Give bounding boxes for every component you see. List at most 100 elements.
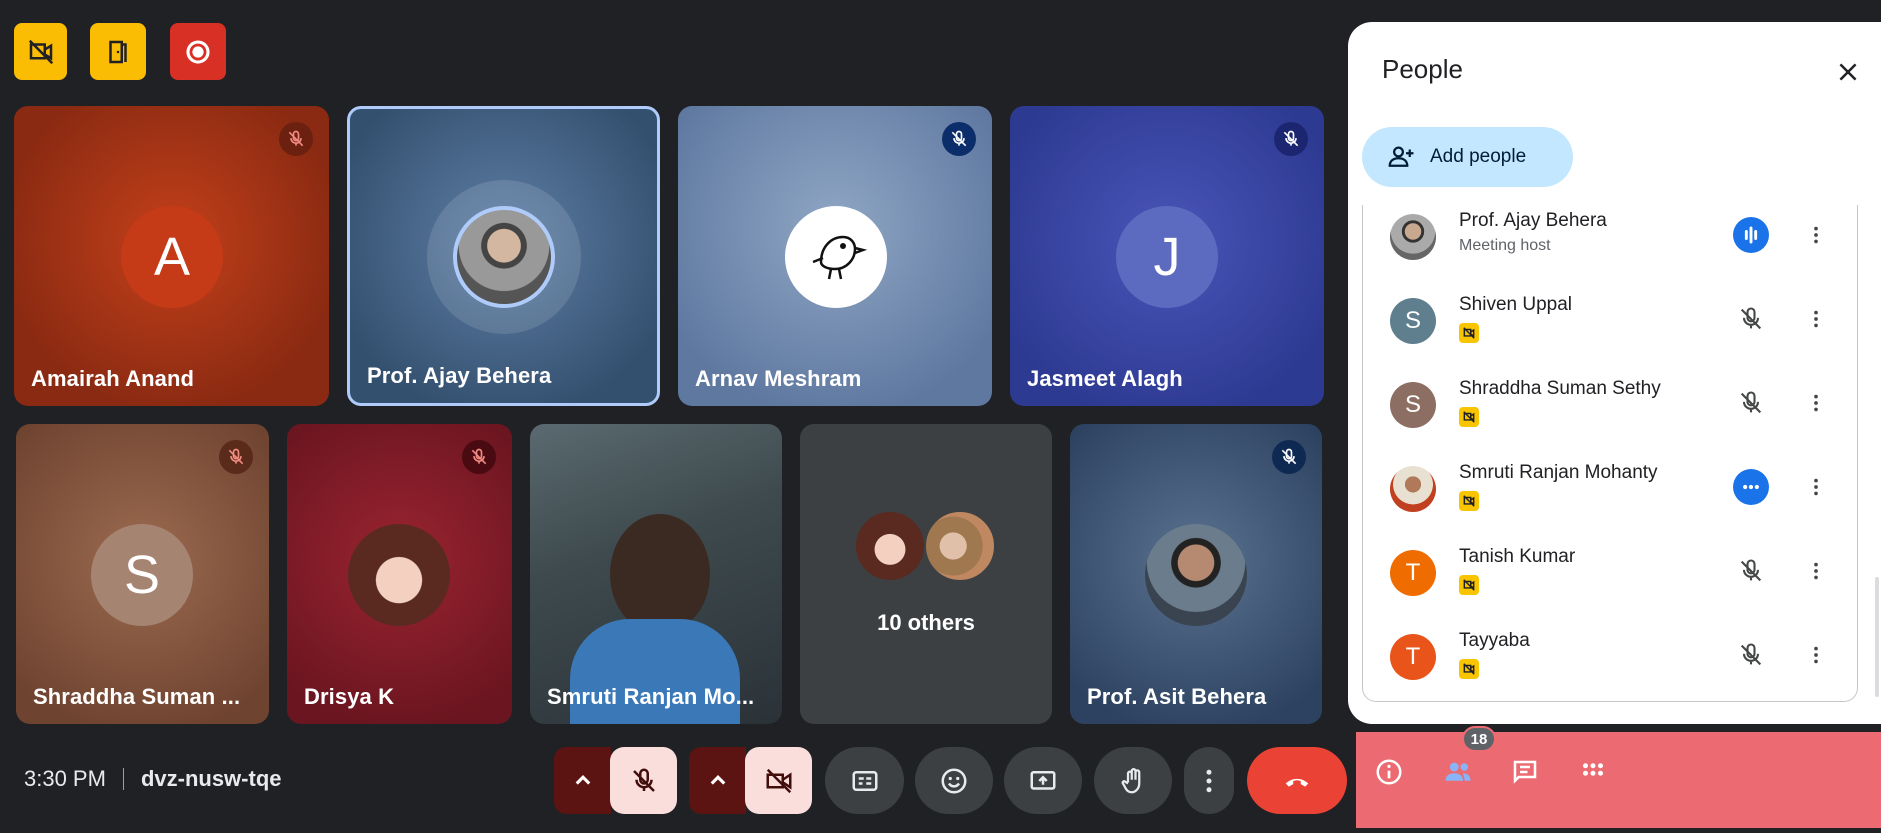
leave-room-button[interactable]: [90, 23, 146, 80]
panel-title: People: [1382, 54, 1463, 84]
video-tile[interactable]: Arnav Meshram: [678, 106, 992, 406]
camera-toggle-button[interactable]: [745, 747, 812, 814]
participant-row[interactable]: T Tanish Kumar: [1363, 532, 1859, 616]
more-vert-icon: [1814, 562, 1818, 580]
mic-off-icon: [1740, 391, 1762, 414]
participant-row[interactable]: S Shiven Uppal: [1363, 280, 1859, 364]
video-settings-button[interactable]: [689, 747, 746, 814]
hangup-icon: [1285, 778, 1309, 787]
others-tile[interactable]: 10 others: [800, 424, 1052, 724]
close-panel-button[interactable]: [1828, 52, 1868, 92]
more-options-button[interactable]: [1801, 469, 1831, 505]
more-options-button[interactable]: [1184, 747, 1234, 814]
video-tile[interactable]: Prof. Asit Behera: [1070, 424, 1322, 724]
video-tile-active-speaker[interactable]: Prof. Ajay Behera: [347, 106, 660, 406]
raise-hand-button[interactable]: [1094, 747, 1172, 814]
people-button[interactable]: [1438, 752, 1478, 792]
video-tile[interactable]: S Shraddha Suman ...: [16, 424, 269, 724]
no-video-host-icon: [1463, 579, 1475, 591]
avatar: [854, 510, 926, 582]
chevron-up-icon: [575, 774, 590, 785]
participant-name: Arnav Meshram: [695, 366, 862, 391]
participant-name: Shiven Uppal: [1459, 294, 1573, 315]
more-vert-icon: [1814, 310, 1818, 328]
avatar: A: [121, 206, 223, 308]
present-screen-button[interactable]: [1004, 747, 1082, 814]
avatar: T: [1390, 550, 1436, 596]
avatar: [453, 206, 555, 308]
no-video-host-icon: [1463, 327, 1475, 339]
chat-icon: [1513, 760, 1537, 784]
close-icon: [1839, 63, 1857, 81]
participant-name: Tayyaba: [1459, 630, 1530, 651]
meeting-time: 3:30 PM: [24, 766, 106, 791]
people-icon: [1445, 762, 1471, 781]
muted-badge: [942, 122, 976, 156]
more-vert-icon: [1814, 226, 1818, 244]
mic-control: [554, 747, 677, 814]
microphone-toggle-button[interactable]: [610, 747, 677, 814]
avatar: [1390, 214, 1436, 260]
leave-call-button[interactable]: [1247, 747, 1347, 814]
divider: [122, 768, 124, 790]
people-panel: People Add people Prof. Ajay Behera Meet…: [1348, 22, 1881, 724]
status-indicator: [1733, 469, 1769, 505]
recording-button[interactable]: [170, 23, 226, 80]
more-options-button[interactable]: [1801, 217, 1831, 253]
chat-button[interactable]: [1505, 752, 1545, 792]
avatar: [924, 510, 996, 582]
add-people-button[interactable]: Add people: [1362, 127, 1573, 187]
muted-badge: [219, 440, 253, 474]
door-exit-icon: [109, 40, 127, 63]
meeting-code: dvz-nusw-tqe: [140, 766, 282, 791]
no-video-host-icon: [1463, 663, 1475, 675]
mic-off-icon: [632, 767, 655, 792]
more-options-button[interactable]: [1801, 553, 1831, 589]
host-badge: [1459, 491, 1479, 511]
more-options-button[interactable]: [1801, 637, 1831, 673]
participant-name: Tanish Kumar: [1459, 546, 1576, 567]
participant-row[interactable]: T Tayyaba: [1363, 616, 1859, 700]
mic-off-icon: [1281, 448, 1297, 465]
mic-off-icon: [288, 130, 304, 147]
person-add-icon: [1388, 146, 1414, 167]
captions-icon: [852, 770, 877, 791]
avatar: [348, 524, 450, 626]
video-tile[interactable]: Drisya K: [287, 424, 512, 724]
camera-off-icon: [766, 768, 791, 793]
mic-status: [1733, 553, 1769, 589]
participant-row[interactable]: Prof. Ajay Behera Meeting host: [1363, 196, 1859, 280]
emoji-icon: [941, 768, 967, 793]
captions-button[interactable]: [825, 747, 904, 814]
more-horiz-icon: [1743, 484, 1759, 490]
participant-list: Prof. Ajay Behera Meeting host S Shiven …: [1362, 205, 1858, 702]
scrollbar[interactable]: [1875, 577, 1879, 697]
hand-icon: [1121, 767, 1141, 793]
more-vert-icon: [1814, 646, 1818, 664]
no-video-host-icon: [28, 39, 53, 64]
more-vert-icon: [1814, 478, 1818, 496]
no-video-host-icon: [1463, 411, 1475, 423]
camera-control: [689, 747, 812, 814]
more-options-button[interactable]: [1801, 385, 1831, 421]
host-badge: [1459, 407, 1479, 427]
meeting-details-button[interactable]: [1369, 752, 1409, 792]
video-tile-camera[interactable]: Smruti Ranjan Mo...: [530, 424, 782, 724]
reactions-button[interactable]: [915, 747, 993, 814]
host-controls-button[interactable]: [14, 23, 67, 80]
avatar: S: [1390, 382, 1436, 428]
avatar: [1145, 524, 1247, 626]
side-panel-toolbar: [1356, 732, 1881, 828]
video-tile[interactable]: J Jasmeet Alagh: [1010, 106, 1324, 406]
audio-settings-button[interactable]: [554, 747, 611, 814]
more-options-button[interactable]: [1801, 301, 1831, 337]
others-count: 10 others: [877, 610, 975, 635]
video-tile[interactable]: A Amairah Anand: [14, 106, 329, 406]
mic-status: [1733, 301, 1769, 337]
participant-row[interactable]: S Shraddha Suman Sethy: [1363, 364, 1859, 448]
mic-off-icon: [1740, 643, 1762, 666]
participant-name: Shraddha Suman ...: [33, 684, 241, 709]
activities-button[interactable]: [1573, 752, 1613, 792]
participant-name: Drisya K: [304, 684, 395, 709]
participant-row[interactable]: Smruti Ranjan Mohanty: [1363, 448, 1859, 532]
